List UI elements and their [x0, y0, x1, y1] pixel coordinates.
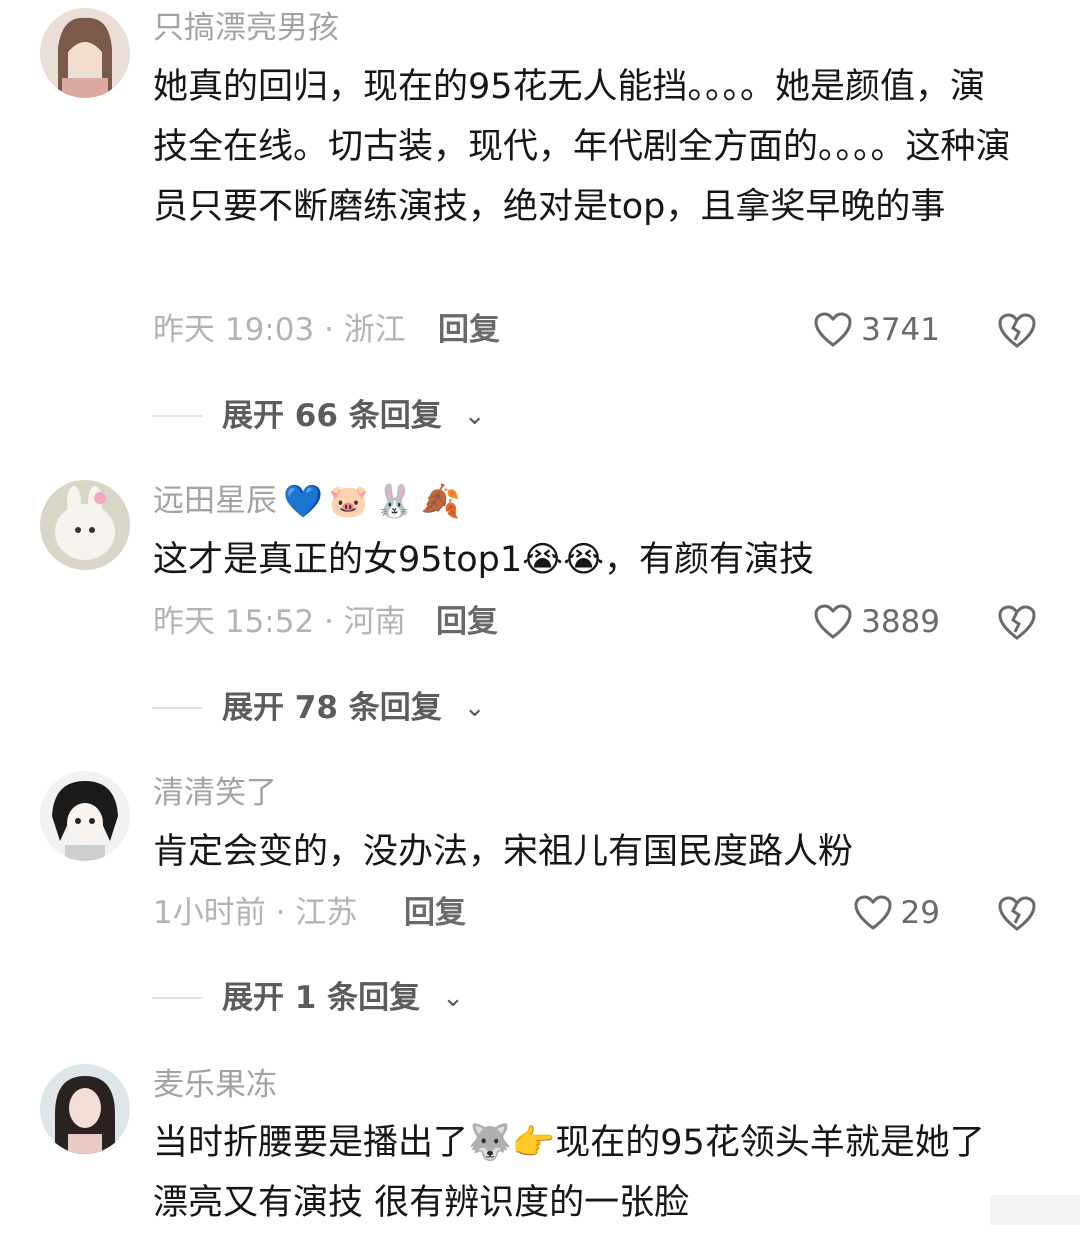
username[interactable]: 清清笑了 — [153, 773, 277, 813]
username-text[interactable]: 清清笑了 — [153, 773, 277, 813]
chevron-down-icon: ⌄ — [442, 983, 464, 1013]
username-text[interactable]: 远田星辰 — [153, 481, 277, 521]
like-count: 3741 — [861, 312, 940, 348]
comment-body: 当时折腰要是播出了 — [153, 1123, 469, 1163]
heart-outline-icon — [853, 894, 893, 932]
watermark — [990, 1195, 1080, 1225]
chevron-down-icon: ⌄ — [463, 401, 486, 431]
username-text[interactable]: 麦乐果冻 — [153, 1065, 277, 1105]
dislike-button[interactable] — [996, 310, 1038, 352]
comment-body: 她真的回归，现在的95花无人能挡。。。。她是颜值，演技全在线。切古装，现代，年代… — [153, 67, 1011, 227]
crying-emoji: 😭 — [522, 540, 564, 580]
rabbit-emoji: 🐰 — [374, 482, 415, 520]
username[interactable]: 远田星辰 💙 🐷 🐰 🍂 — [153, 481, 460, 521]
chevron-down-icon: ⌄ — [463, 693, 486, 723]
broken-heart-icon — [996, 893, 1038, 933]
expand-replies[interactable]: 展开 66 条回复 ⌄ — [152, 396, 486, 436]
comment-meta: 1小时前 · 江苏 — [153, 893, 357, 933]
comment-body: 这才是真正的女95top1 — [153, 540, 523, 580]
avatar[interactable] — [40, 771, 130, 861]
blue-heart-emoji: 💙 — [283, 482, 323, 520]
divider-line — [152, 707, 202, 709]
avatar[interactable] — [40, 1064, 130, 1154]
like-count: 29 — [900, 895, 940, 931]
username[interactable]: 麦乐果冻 — [153, 1065, 277, 1105]
username-text[interactable]: 只搞漂亮男孩 — [153, 8, 339, 48]
pointing-hand-emoji: 👉 — [511, 1123, 556, 1163]
pig-emoji: 🐷 — [328, 482, 369, 520]
expand-label[interactable]: 展开 78 条回复 — [222, 688, 442, 728]
comment-body: 肯定会变的，没办法，宋祖儿有国民度路人粉 — [153, 832, 854, 872]
comment-text: 当时折腰要是播出了🐺👉现在的95花领头羊就是她了 漂亮又有演技 很有辨识度的一张… — [153, 1113, 1020, 1233]
avatar[interactable] — [40, 8, 130, 98]
expand-label[interactable]: 展开 66 条回复 — [222, 396, 442, 436]
dislike-button[interactable] — [996, 893, 1038, 935]
like-button[interactable]: 29 — [853, 893, 940, 933]
wolf-emoji: 🐺 — [468, 1123, 512, 1163]
comment-meta: 昨天 15:52 · 河南 — [153, 602, 406, 642]
reply-button[interactable]: 回复 — [438, 310, 500, 350]
heart-outline-icon — [813, 603, 853, 641]
comment-meta: 昨天 19:03 · 浙江 — [153, 310, 406, 350]
time-location: 昨天 15:52 · 河南 — [153, 604, 406, 640]
time-location: 昨天 19:03 · 浙江 — [153, 312, 406, 348]
divider-line — [152, 415, 202, 417]
username[interactable]: 只搞漂亮男孩 — [153, 8, 339, 48]
heart-outline-icon — [813, 311, 853, 349]
avatar[interactable] — [40, 480, 130, 570]
broken-heart-icon — [996, 310, 1038, 350]
broken-heart-icon — [996, 602, 1038, 642]
time-location: 1小时前 · 江苏 — [153, 895, 358, 931]
expand-replies[interactable]: 展开 78 条回复 ⌄ — [152, 688, 486, 728]
crying-emoji: 😭 — [563, 540, 604, 580]
comment-text: 这才是真正的女95top1😭😭，有颜有演技 — [153, 530, 1020, 590]
divider-line — [152, 997, 202, 999]
like-button[interactable]: 3741 — [813, 310, 940, 350]
comment-text: 她真的回归，现在的95花无人能挡。。。。她是颜值，演技全在线。切古装，现代，年代… — [153, 57, 1020, 237]
dislike-button[interactable] — [996, 602, 1038, 644]
comment-body-tail: ，有颜有演技 — [603, 540, 814, 580]
expand-replies[interactable]: 展开 1 条回复 ⌄ — [152, 978, 464, 1018]
reply-button[interactable]: 回复 — [436, 602, 498, 642]
leaves-emoji: 🍂 — [420, 482, 461, 520]
comment-text: 肯定会变的，没办法，宋祖儿有国民度路人粉 — [153, 822, 1020, 882]
like-count: 3889 — [861, 604, 940, 640]
like-button[interactable]: 3889 — [813, 602, 940, 642]
reply-button[interactable]: 回复 — [404, 893, 466, 933]
expand-label[interactable]: 展开 1 条回复 — [222, 978, 420, 1018]
